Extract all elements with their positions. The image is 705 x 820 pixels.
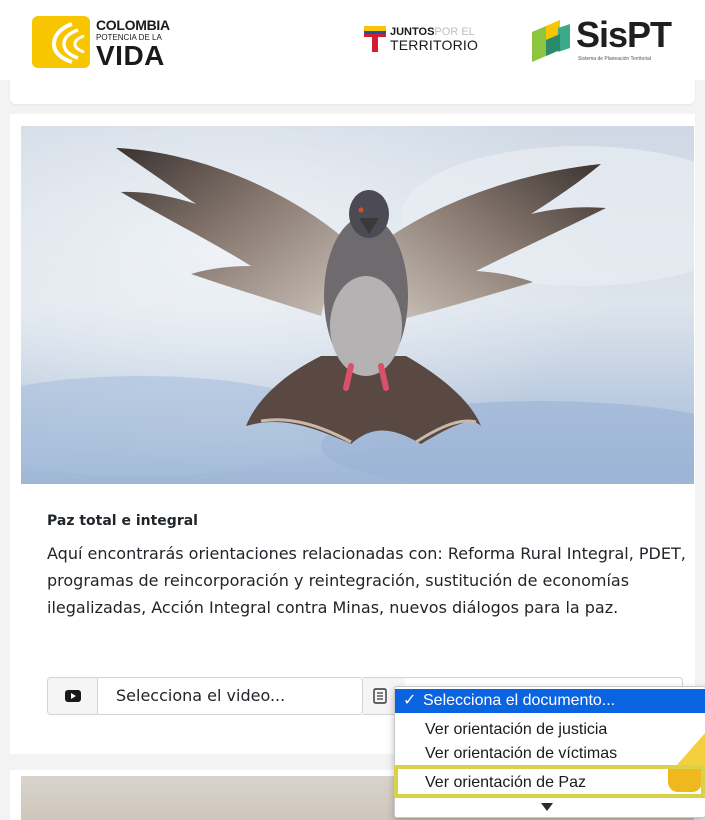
check-icon: ✓ <box>403 692 417 709</box>
video-select-value[interactable]: Selecciona el video... <box>116 678 285 714</box>
site-header: COLOMBIA POTENCIA DE LA VIDA JUNTOSPOR E… <box>0 0 705 80</box>
colombia-logo-line1: COLOMBIA <box>96 17 170 33</box>
document-icon <box>373 688 387 704</box>
sispt-logo-icon <box>532 20 570 62</box>
juntos-logo-line2: TERRITORIO <box>390 37 479 53</box>
juntos-por-el-territorio-logo[interactable]: JUNTOSPOR EL TERRITORIO <box>364 24 509 58</box>
sispt-logo[interactable]: SisPT Sistema de Planeación Territorial <box>530 14 690 70</box>
previous-card <box>10 80 695 104</box>
sispt-logo-subtitle: Sistema de Planeación Territorial <box>578 56 652 62</box>
juntos-logo-icon <box>364 26 386 52</box>
highlight-box <box>394 765 705 798</box>
scroll-down-arrow-icon[interactable] <box>541 803 553 811</box>
sispt-logo-name: SisPT <box>576 14 672 55</box>
card-title: Paz total e integral <box>47 513 198 529</box>
highlight-pointer-shape <box>676 732 705 766</box>
colombia-potencia-de-la-vida-logo[interactable]: COLOMBIA POTENCIA DE LA VIDA <box>32 14 192 74</box>
video-select-addon <box>48 678 98 714</box>
card-description: Aquí encontrarás orientaciones relaciona… <box>47 544 686 617</box>
document-option-victimas[interactable]: Ver orientación de víctimas <box>395 742 705 766</box>
document-option-placeholder[interactable]: ✓ Selecciona el documento... <box>395 689 705 713</box>
colombia-logo-icon <box>32 16 90 68</box>
paz-total-card: Paz total e integral Aquí encontrarás or… <box>10 114 695 754</box>
video-select[interactable]: Selecciona el video... <box>47 677 363 715</box>
option-label: Selecciona el documento... <box>423 692 616 709</box>
document-select-dropdown[interactable]: ✓ Selecciona el documento... Ver orientac… <box>394 686 705 818</box>
youtube-icon <box>65 690 81 702</box>
pigeon-in-flight-photo <box>21 126 694 484</box>
document-option-justicia[interactable]: Ver orientación de justicia <box>395 718 705 742</box>
colombia-logo-line3: VIDA <box>96 40 165 71</box>
card-image <box>21 126 694 484</box>
